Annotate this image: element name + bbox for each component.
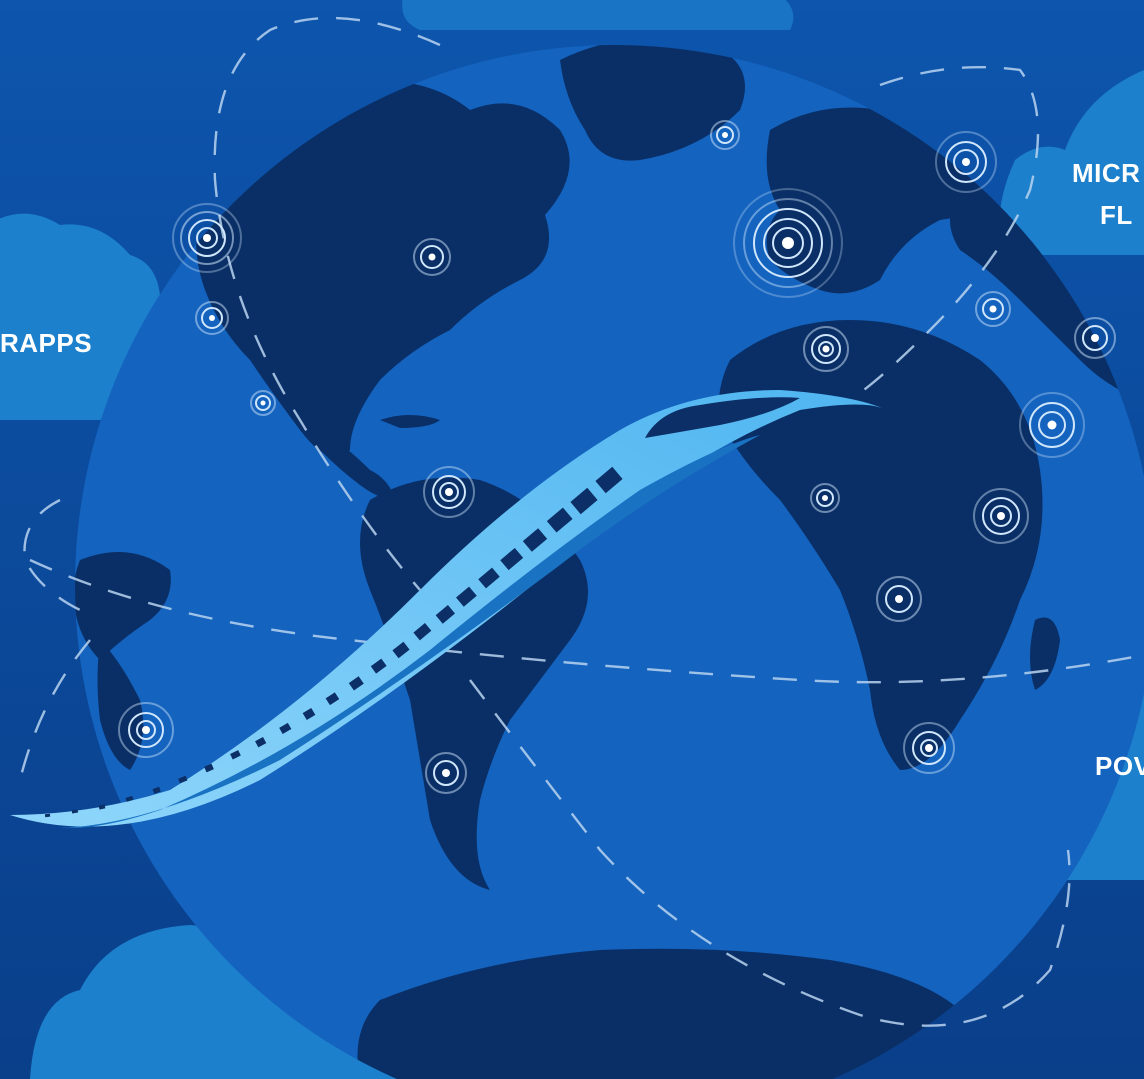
illustration-canvas: RAPPS MICR FL POV xyxy=(0,0,1144,1079)
cloud-top-icon xyxy=(402,0,794,30)
location-pulse-icon xyxy=(935,131,997,193)
left-cloud-label: RAPPS xyxy=(0,328,92,358)
right-cloud-label-line1: MICR xyxy=(1072,158,1140,188)
world-train-illustration: RAPPS MICR FL POV xyxy=(0,0,1144,1079)
bottom-right-cloud-label: POV xyxy=(1095,751,1144,781)
location-pulse-icon xyxy=(1019,392,1085,458)
location-pulse-icon xyxy=(973,488,1029,544)
right-cloud-label-line2: FL xyxy=(1100,200,1133,230)
